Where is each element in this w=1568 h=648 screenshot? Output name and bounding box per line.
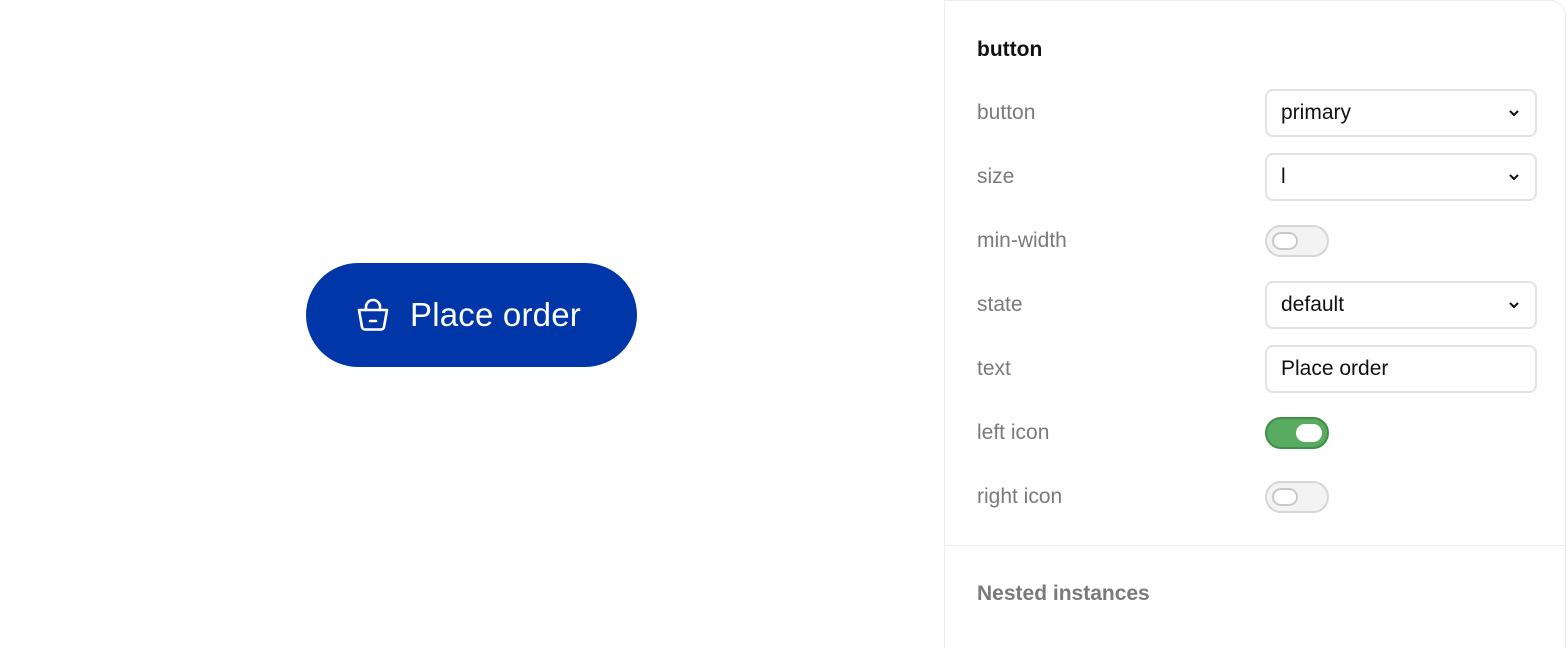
state-select[interactable]: default bbox=[1265, 281, 1537, 329]
button-variant-select[interactable]: primary bbox=[1265, 89, 1537, 137]
toggle-knob bbox=[1272, 488, 1298, 506]
property-label-text: text bbox=[977, 357, 1011, 380]
property-row-text: text Place order bbox=[945, 345, 1565, 393]
section-divider bbox=[945, 545, 1565, 546]
right-icon-toggle[interactable] bbox=[1265, 481, 1329, 513]
property-row-button: button primary bbox=[945, 89, 1565, 137]
button-variant-value: primary bbox=[1281, 101, 1352, 124]
place-order-button[interactable]: Place order bbox=[306, 263, 637, 367]
text-input[interactable]: Place order bbox=[1265, 345, 1537, 393]
property-row-state: state default bbox=[945, 281, 1565, 329]
text-input-value: Place order bbox=[1281, 357, 1389, 380]
toggle-knob bbox=[1296, 424, 1322, 442]
place-order-button-label: Place order bbox=[410, 296, 581, 333]
size-select[interactable]: l bbox=[1265, 153, 1537, 201]
min-width-toggle[interactable] bbox=[1265, 225, 1329, 257]
property-row-size: size l bbox=[945, 153, 1565, 201]
property-row-right-icon: right icon bbox=[945, 473, 1565, 521]
property-row-min-width: min-width bbox=[945, 217, 1565, 265]
property-label-size: size bbox=[977, 165, 1015, 188]
left-icon-toggle[interactable] bbox=[1265, 417, 1329, 449]
panel-title: button bbox=[977, 38, 1043, 61]
property-label-right-icon: right icon bbox=[977, 485, 1063, 508]
chevron-down-icon bbox=[1507, 106, 1521, 120]
property-label-button: button bbox=[977, 101, 1036, 124]
property-label-left-icon: left icon bbox=[977, 421, 1050, 444]
property-label-state: state bbox=[977, 293, 1023, 316]
property-row-left-icon: left icon bbox=[945, 409, 1565, 457]
toggle-knob bbox=[1272, 232, 1298, 250]
shopping-basket-icon bbox=[354, 296, 392, 334]
chevron-down-icon bbox=[1507, 170, 1521, 184]
properties-panel: button button primary size l min-width s… bbox=[944, 0, 1566, 648]
property-label-min-width: min-width bbox=[977, 229, 1067, 252]
state-value: default bbox=[1281, 293, 1345, 316]
chevron-down-icon bbox=[1507, 298, 1521, 312]
nested-instances-heading: Nested instances bbox=[977, 582, 1150, 605]
preview-canvas: Place order bbox=[0, 0, 944, 648]
size-value: l bbox=[1281, 165, 1286, 188]
